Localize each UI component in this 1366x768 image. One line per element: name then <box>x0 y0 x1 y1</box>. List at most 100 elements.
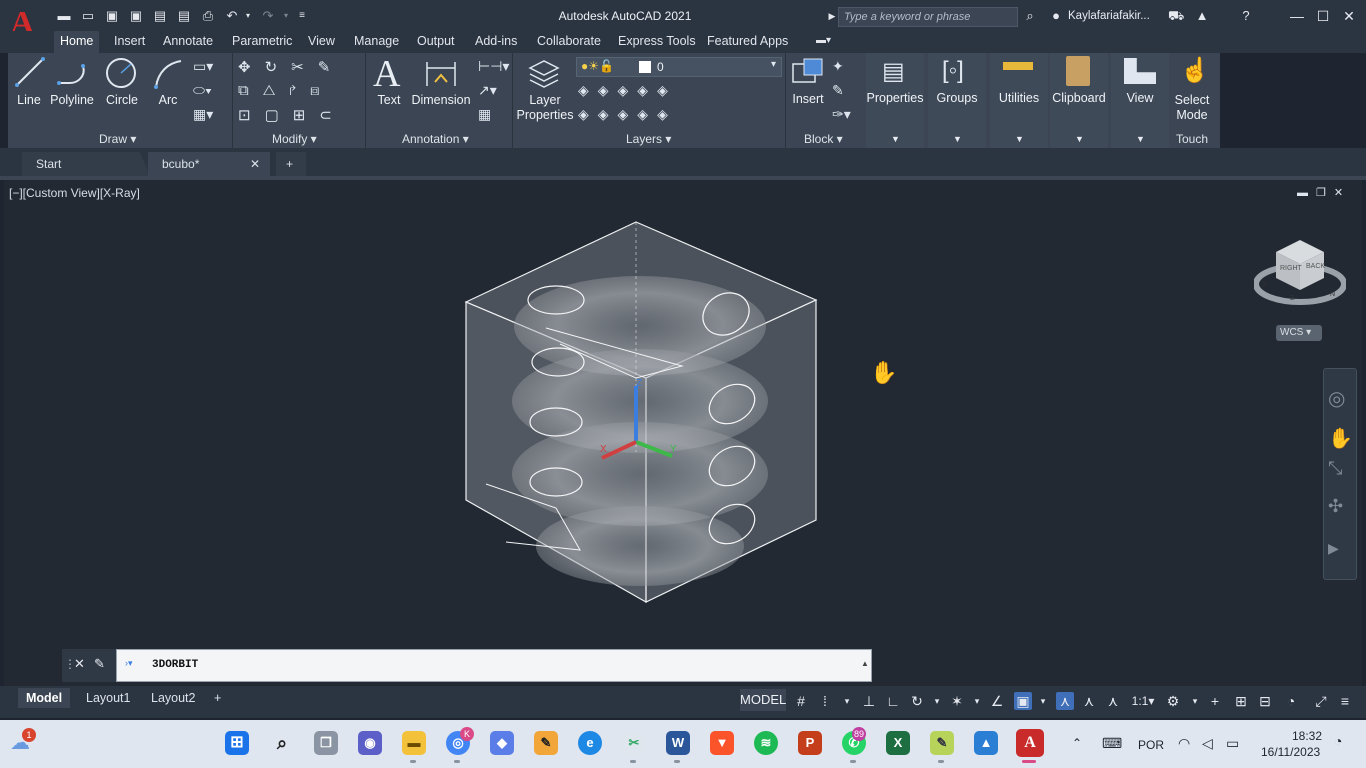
language-indicator[interactable]: POR <box>1138 738 1164 752</box>
save-icon[interactable]: ▣ <box>104 8 120 24</box>
autocad-taskbar-icon[interactable]: A <box>1016 729 1044 757</box>
polar-tracking-icon[interactable]: ↻ <box>908 692 926 710</box>
battery-icon[interactable]: ▭ <box>1226 735 1239 752</box>
hardware-acceleration-icon[interactable]: ◔ <box>1282 692 1300 710</box>
zoom-icon[interactable]: ⤡ <box>1328 458 1342 479</box>
open-folder-icon[interactable]: ▭ <box>80 8 96 24</box>
undo-dropdown-icon[interactable]: ▾ <box>240 8 256 24</box>
save-as-icon[interactable]: ▣ <box>128 8 144 24</box>
layer-properties-label-1[interactable]: Layer <box>516 93 574 107</box>
linear-dim-icon[interactable]: ⊢⊣▾ <box>478 58 509 75</box>
grid-icon[interactable]: # <box>792 692 810 710</box>
dimension-icon[interactable] <box>424 58 458 90</box>
ellipse-icon[interactable]: ⬭▾ <box>193 82 212 99</box>
clock-time[interactable]: 18:32 <box>1292 729 1322 743</box>
infer-constraints-icon[interactable]: ⊥ <box>860 692 878 710</box>
quick-properties-icon[interactable]: ⊟ <box>1256 692 1274 710</box>
touch-hand-icon[interactable]: ☝ <box>1180 56 1210 85</box>
customize-qat-icon[interactable]: ≡ <box>294 8 310 24</box>
table-icon[interactable]: ▦ <box>478 106 491 123</box>
viewcube-back-face[interactable]: BACK <box>1306 263 1325 270</box>
tab-insert[interactable]: Insert <box>108 31 151 53</box>
maximize-button[interactable]: ☐ <box>1312 6 1334 26</box>
object-snap-tracking-icon[interactable]: ∠ <box>988 692 1006 710</box>
panel-layers-label[interactable]: Layers ▾ <box>626 132 671 146</box>
rectangle-icon[interactable]: ▭▾ <box>193 58 213 75</box>
object-snap-icon[interactable]: ▣ <box>1014 692 1032 710</box>
windows-start-icon[interactable]: ⊞ <box>225 731 249 755</box>
powerpoint-icon[interactable]: P <box>798 731 822 755</box>
tab-express-tools[interactable]: Express Tools <box>612 31 702 53</box>
units-icon[interactable]: ⊞ <box>1232 692 1250 710</box>
notepad-plus-icon[interactable]: ✎ <box>930 731 954 755</box>
panel-modify-label[interactable]: Modify ▾ <box>272 132 317 146</box>
steering-wheel-icon[interactable]: ◎ <box>1328 386 1345 411</box>
help-icon[interactable]: ? <box>1238 8 1254 24</box>
create-block-icon[interactable]: ✦ <box>832 58 844 75</box>
redo-dropdown-icon[interactable]: ▾ <box>278 8 294 24</box>
tab-featured-apps[interactable]: Featured Apps <box>701 31 794 53</box>
spotify-icon[interactable]: ≋ <box>754 731 778 755</box>
3d-cube-model[interactable]: Z X Y <box>460 216 822 608</box>
clipchamp-icon[interactable]: ◆ <box>490 731 514 755</box>
photos-icon[interactable]: ▲ <box>974 731 998 755</box>
open-web-icon[interactable]: ▤ <box>152 8 168 24</box>
modify-tools-row2-icons[interactable]: ⧉△↱⧈ <box>238 82 358 99</box>
layout-tab-model[interactable]: Model <box>18 688 71 708</box>
tab-annotate[interactable]: Annotate <box>157 31 219 53</box>
arc-icon[interactable] <box>152 58 184 90</box>
layer-properties-icon[interactable] <box>526 56 562 90</box>
select-mode-label-2[interactable]: Mode <box>1170 108 1214 122</box>
arc-button[interactable]: Arc <box>152 93 184 107</box>
tab-start[interactable]: Start <box>22 152 150 176</box>
search-input[interactable]: Type a keyword or phrase <box>838 7 1018 27</box>
tab-home[interactable]: Home <box>54 31 100 53</box>
viewport-window-controls[interactable]: ▬❐✕ <box>1297 186 1351 199</box>
wcs-menu[interactable]: WCS ▾ <box>1276 325 1322 341</box>
layer-tools-row2-icons[interactable]: ◈◈◈◈◈ <box>578 106 677 123</box>
tray-overflow-icon[interactable]: ⌃ <box>1072 736 1082 750</box>
edit-block-icon[interactable]: ✎ <box>832 82 844 99</box>
polyline-button[interactable]: Polyline <box>48 93 96 107</box>
search-taskbar-icon[interactable]: ⌕ <box>270 731 294 755</box>
new-tab-button[interactable]: + <box>276 152 306 176</box>
circle-button[interactable]: Circle <box>102 93 142 107</box>
panel-draw-label[interactable]: Draw ▾ <box>99 132 136 146</box>
user-account[interactable]: Kaylafariafakir... <box>1068 10 1150 22</box>
text-button[interactable]: Text <box>372 93 406 107</box>
file-explorer-icon[interactable]: ▬ <box>402 731 426 755</box>
snipping-tool-icon[interactable]: ✂ <box>622 731 646 755</box>
select-mode-label-1[interactable]: Select <box>1170 93 1214 107</box>
layout-tab-layout1[interactable]: Layout1 <box>78 688 138 708</box>
search-icon[interactable]: ⌕ <box>1022 8 1038 24</box>
layer-properties-label-2[interactable]: Properties <box>514 108 576 122</box>
viewcube-right-face[interactable]: RIGHT <box>1280 265 1303 272</box>
showmotion-icon[interactable]: ▶ <box>1328 540 1339 557</box>
compass-e[interactable]: E <box>1290 295 1295 302</box>
layout-tab-layout2[interactable]: Layout2 <box>143 688 203 708</box>
plot-icon[interactable]: ⎙ <box>200 8 216 24</box>
tab-add-ins[interactable]: Add-ins <box>469 31 523 53</box>
customization-menu-icon[interactable]: ≡ <box>1336 692 1354 710</box>
save-web-icon[interactable]: ▤ <box>176 8 192 24</box>
ribbon-minimize-icon[interactable]: ▬▾ <box>810 31 837 53</box>
paint-app-icon[interactable]: ✎ <box>534 731 558 755</box>
excel-icon[interactable]: X <box>886 731 910 755</box>
modify-tools-row1-icons[interactable]: ✥↻✂✎ <box>238 58 358 76</box>
tab-collaborate[interactable]: Collaborate <box>531 31 607 53</box>
text-icon[interactable]: A <box>373 52 400 96</box>
clock-date[interactable]: 16/11/2023 <box>1261 745 1320 759</box>
volume-icon[interactable]: ◁ <box>1202 735 1213 752</box>
pan-icon[interactable]: ✋ <box>1328 426 1353 451</box>
undo-icon[interactable]: ↶ <box>224 8 240 24</box>
brave-icon[interactable]: ▼ <box>710 731 734 755</box>
user-icon[interactable]: ● <box>1048 8 1064 24</box>
snap-icon[interactable]: ⁞ <box>816 692 834 710</box>
panel-block-label[interactable]: Block ▾ <box>804 132 843 146</box>
close-button[interactable]: ✕ <box>1338 6 1360 26</box>
model-space-button[interactable]: MODEL <box>740 689 786 711</box>
tab-bcubo[interactable]: bcubo* ✕ <box>148 152 270 176</box>
orbit-icon[interactable]: ✣ <box>1328 496 1343 517</box>
viewcube[interactable]: RIGHT BACK S E N <box>1254 234 1346 306</box>
edit-attributes-icon[interactable]: ✑▾ <box>832 106 851 123</box>
